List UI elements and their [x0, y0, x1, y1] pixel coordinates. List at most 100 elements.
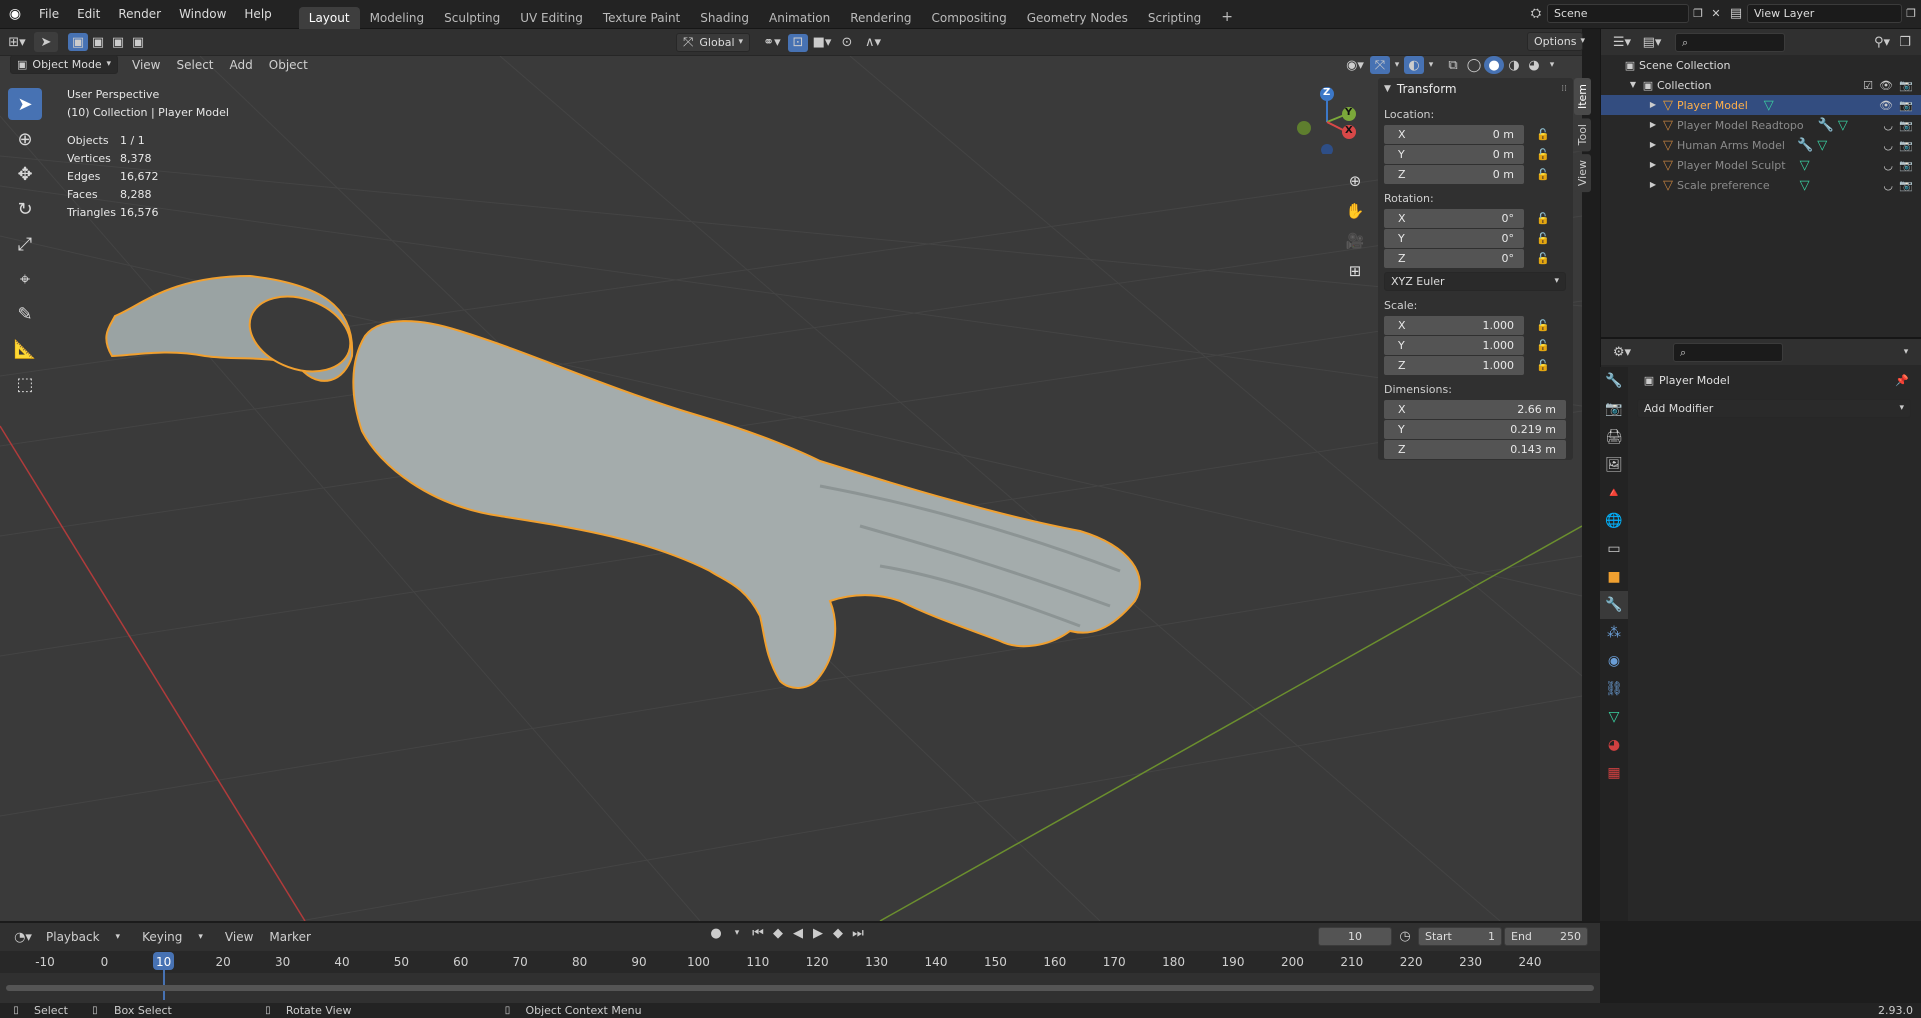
- outliner-item-readtopo[interactable]: ▶ ▽ Player Model Readtopo 🔧 ▽ ◡ 📷: [1601, 115, 1921, 135]
- eye-hidden-icon[interactable]: ◡: [1883, 140, 1893, 151]
- outliner-search-input[interactable]: ⌕: [1675, 32, 1785, 52]
- current-frame-field[interactable]: 10: [1318, 927, 1392, 946]
- measure-tool-icon[interactable]: 📐: [8, 333, 42, 365]
- rotation-z-field[interactable]: Z 0°: [1384, 249, 1524, 268]
- constraints-tab-icon[interactable]: ⛓: [1600, 675, 1628, 703]
- xray-icon[interactable]: ⧉: [1442, 59, 1464, 72]
- camera-render-icon[interactable]: 📷: [1899, 80, 1913, 91]
- location-x-field[interactable]: X 0 m: [1384, 125, 1524, 144]
- tab-scripting[interactable]: Scripting: [1138, 7, 1211, 29]
- annotate-tool-icon[interactable]: ✎: [8, 298, 42, 330]
- expand-arrow-icon[interactable]: ▶: [1647, 101, 1659, 109]
- transform-header[interactable]: ▼ Transform ⁞⁞: [1378, 78, 1573, 100]
- menu-select[interactable]: Select: [168, 58, 221, 72]
- lock-icon[interactable]: 🔓: [1536, 232, 1550, 245]
- new-view-layer-icon[interactable]: ❐: [1902, 8, 1920, 19]
- rotation-y-field[interactable]: Y 0°: [1384, 229, 1524, 248]
- menu-help[interactable]: Help: [235, 7, 280, 21]
- solid-shading-icon[interactable]: ●: [1484, 56, 1504, 74]
- scene-tab-icon[interactable]: 🔺: [1600, 479, 1628, 507]
- menu-file[interactable]: File: [30, 7, 68, 21]
- add-workspace-icon[interactable]: +: [1211, 5, 1243, 29]
- navigation-gizmo[interactable]: Z Y X: [1292, 84, 1362, 156]
- editor-type-icon[interactable]: ☰▾: [1607, 36, 1637, 49]
- editor-type-icon[interactable]: ⊞▾: [0, 36, 34, 49]
- wireframe-shading-icon[interactable]: ◯: [1464, 59, 1484, 72]
- view-layer-field[interactable]: View Layer: [1747, 4, 1902, 23]
- expand-arrow-icon[interactable]: ▶: [1647, 141, 1659, 149]
- zoom-icon[interactable]: ⊕: [1344, 170, 1366, 192]
- lock-icon[interactable]: 🔓: [1536, 128, 1550, 141]
- modifier-tab-icon[interactable]: 🔧: [1600, 591, 1628, 619]
- prev-keyframe-icon[interactable]: ◆: [768, 927, 788, 940]
- tab-texture-paint[interactable]: Texture Paint: [593, 7, 690, 29]
- outliner-item-player-model[interactable]: ▶ ▽ Player Model ▽ 👁 📷: [1601, 95, 1921, 115]
- lock-icon[interactable]: 🔓: [1536, 359, 1550, 372]
- orientation-dropdown[interactable]: ⤧ Global ▾: [676, 33, 750, 52]
- output-tab-icon[interactable]: 🖨: [1600, 423, 1628, 451]
- collection-tab-icon[interactable]: ▭: [1600, 535, 1628, 563]
- tab-rendering[interactable]: Rendering: [840, 7, 921, 29]
- add-modifier-dropdown[interactable]: Add Modifier ▾: [1637, 399, 1911, 418]
- object-tab-icon[interactable]: ■: [1600, 563, 1628, 591]
- dimensions-x-field[interactable]: X 2.66 m: [1384, 400, 1566, 419]
- transform-tool-icon[interactable]: ⌖: [8, 263, 42, 295]
- select-subtract-icon[interactable]: ▣: [108, 36, 128, 49]
- physics-tab-icon[interactable]: ◉: [1600, 647, 1628, 675]
- next-keyframe-icon[interactable]: ◆: [828, 927, 848, 940]
- overlay-dropdown-icon[interactable]: ▾: [1424, 60, 1438, 70]
- tab-view[interactable]: View: [1574, 154, 1591, 193]
- eye-icon[interactable]: 👁: [1879, 100, 1893, 111]
- select-tool-icon[interactable]: ➤: [34, 32, 58, 52]
- view-layer-tab-icon[interactable]: 🖼: [1600, 451, 1628, 479]
- end-frame-field[interactable]: End 250: [1504, 927, 1588, 946]
- snap-icon[interactable]: ⊡: [788, 33, 808, 52]
- menu-keying[interactable]: Keying: [134, 930, 190, 944]
- lock-icon[interactable]: 🔓: [1536, 168, 1550, 181]
- select-box-tool-icon[interactable]: ➤: [8, 88, 42, 120]
- options-dropdown-icon[interactable]: ▾: [1897, 347, 1915, 357]
- play-reverse-icon[interactable]: ◀: [788, 927, 808, 940]
- material-shading-icon[interactable]: ◑: [1504, 59, 1524, 72]
- camera-icon[interactable]: 🎥: [1344, 230, 1366, 252]
- gizmo-dropdown-icon[interactable]: ▾: [1390, 60, 1404, 70]
- rotation-mode-dropdown[interactable]: XYZ Euler ▾: [1384, 272, 1566, 291]
- jump-start-icon[interactable]: ⏮: [748, 927, 768, 940]
- properties-search-input[interactable]: ⌕: [1673, 342, 1783, 362]
- add-cube-tool-icon[interactable]: ⬚: [8, 368, 42, 400]
- tab-tool[interactable]: Tool: [1574, 118, 1591, 152]
- material-tab-icon[interactable]: ◕: [1600, 731, 1628, 759]
- tab-geometry-nodes[interactable]: Geometry Nodes: [1017, 7, 1138, 29]
- scale-z-field[interactable]: Z 1.000: [1384, 356, 1524, 375]
- camera-render-icon[interactable]: 📷: [1899, 160, 1913, 171]
- tab-compositing[interactable]: Compositing: [921, 7, 1016, 29]
- tab-layout[interactable]: Layout: [298, 6, 360, 29]
- outliner-item-human-arms[interactable]: ▶ ▽ Human Arms Model 🔧 ▽ ◡ 📷: [1601, 135, 1921, 155]
- visibility-icon[interactable]: ◉▾: [1340, 59, 1370, 72]
- record-icon[interactable]: ●: [706, 927, 726, 940]
- scene-icon[interactable]: ⛭: [1525, 7, 1547, 20]
- eye-hidden-icon[interactable]: ◡: [1883, 180, 1893, 191]
- lock-icon[interactable]: 🔓: [1536, 339, 1550, 352]
- menu-add[interactable]: Add: [222, 58, 261, 72]
- clock-icon[interactable]: ◷: [1392, 930, 1418, 943]
- editor-type-icon[interactable]: ⚙▾: [1607, 346, 1637, 359]
- render-tab-icon[interactable]: 📷: [1600, 395, 1628, 423]
- filter-icon[interactable]: ⚲▾: [1869, 36, 1895, 49]
- outliner-scene-collection[interactable]: ▣ Scene Collection: [1601, 55, 1921, 75]
- move-tool-icon[interactable]: ✥: [8, 158, 42, 190]
- data-tab-icon[interactable]: ▽: [1600, 703, 1628, 731]
- world-tab-icon[interactable]: 🌐: [1600, 507, 1628, 535]
- tab-animation[interactable]: Animation: [759, 7, 840, 29]
- new-collection-icon[interactable]: ❐: [1895, 36, 1915, 49]
- timeline-ruler[interactable]: -10 0 10 20 30 40 50 60 70 80 90 100 110 120 130 140 150…: [0, 951, 1600, 1000]
- shading-dropdown-icon[interactable]: ▾: [1544, 60, 1560, 70]
- dimensions-y-field[interactable]: Y 0.219 m: [1384, 420, 1566, 439]
- new-scene-icon[interactable]: ❐: [1689, 8, 1707, 19]
- scale-x-field[interactable]: X 1.000: [1384, 316, 1524, 335]
- play-icon[interactable]: ▶: [808, 927, 828, 940]
- eye-hidden-icon[interactable]: ◡: [1883, 160, 1893, 171]
- outliner-item-scale-preference[interactable]: ▶ ▽ Scale preference ▽ ◡ 📷: [1601, 175, 1921, 195]
- scene-field[interactable]: Scene: [1547, 4, 1689, 23]
- camera-render-icon[interactable]: 📷: [1899, 120, 1913, 131]
